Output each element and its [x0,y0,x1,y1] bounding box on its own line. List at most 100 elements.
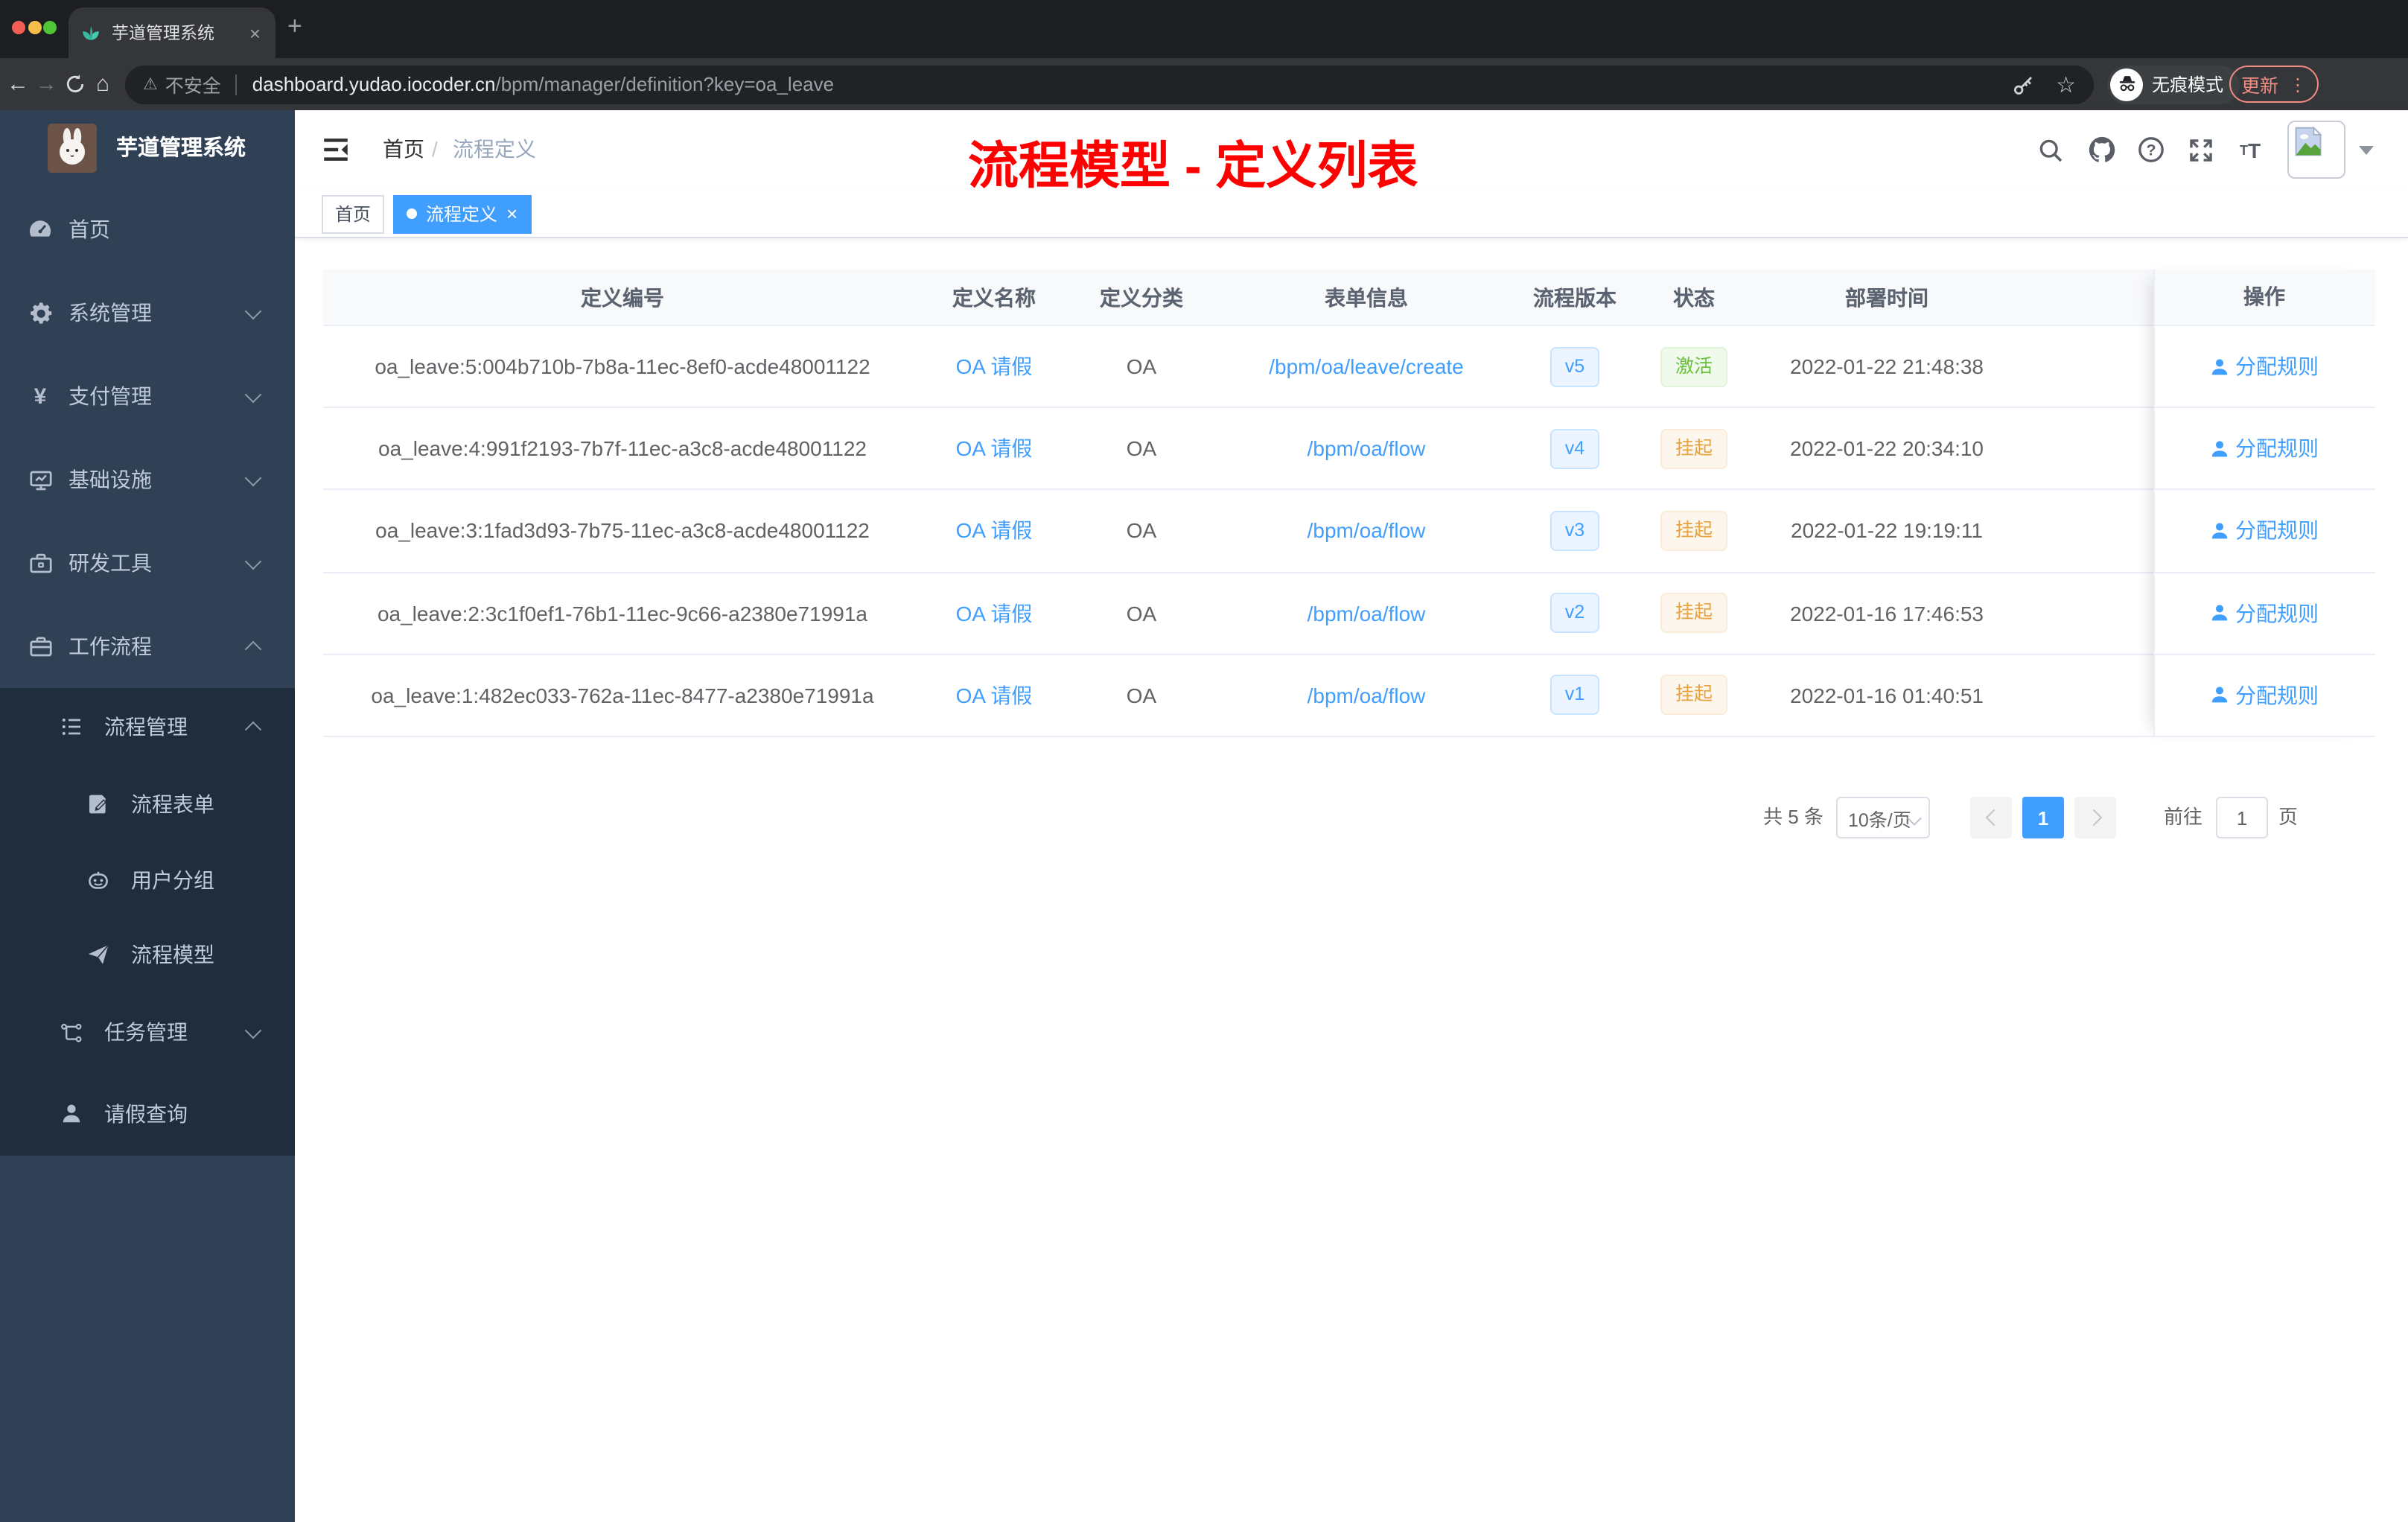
tag-process-definition[interactable]: 流程定义 × [393,194,532,233]
security-warning-label[interactable]: 不安全 [165,70,221,98]
browser-tab[interactable]: 芋道管理系统 × [69,7,275,58]
definition-name-link[interactable]: OA 请假 [956,684,1033,707]
prev-page-button[interactable] [1970,797,2012,838]
form-info-link[interactable]: /bpm/oa/flow [1307,601,1426,625]
goto-page-input[interactable] [2216,797,2268,838]
form-info-link[interactable]: /bpm/oa/leave/create [1269,354,1464,378]
sidebar-item-process-management[interactable]: 流程管理 [0,688,295,765]
bookmark-star-icon[interactable]: ☆ [2056,71,2076,98]
operation-cell: 分配规则 [2155,491,2374,573]
sidebar-item-home[interactable]: 首页 [0,188,295,271]
sidebar-item-system[interactable]: 系统管理 [0,271,295,354]
sidebar-item-leave-query[interactable]: 请假查询 [0,1072,295,1156]
status-cell: 挂起 [1634,489,1754,573]
new-tab-button[interactable]: + [287,12,302,42]
assign-rule-link[interactable]: 分配规则 [2210,598,2319,628]
chevron-up-icon [244,640,262,657]
assign-rule-label: 分配规则 [2235,601,2319,625]
url-bar[interactable]: ⚠ 不安全 dashboard.yudao.iocoder.cn/bpm/man… [125,65,2094,104]
table-row: oa_leave:2:3c1f0ef1-76b1-11ec-9c66-a2380… [322,572,2374,655]
github-icon[interactable] [2082,110,2121,189]
status-badge: 挂起 [1660,510,1727,551]
tag-close-icon[interactable]: × [506,204,517,223]
version-badge: v2 [1549,593,1600,634]
status-cell: 挂起 [1634,654,1754,737]
form-info-link[interactable]: /bpm/oa/flow [1307,437,1426,461]
avatar-caret-icon[interactable] [2359,146,2374,155]
status-cell: 挂起 [1634,572,1754,655]
form-info-link[interactable]: /bpm/oa/flow [1307,519,1426,543]
process-version-cell: v2 [1515,572,1634,655]
definition-name-link[interactable]: OA 请假 [956,519,1033,543]
logo-avatar [48,124,97,173]
breadcrumb-home[interactable]: 首页 [383,110,424,189]
process-version-cell: v3 [1515,489,1634,573]
sidebar-item-label: 流程表单 [131,792,214,816]
search-icon[interactable] [2031,110,2070,189]
definition-category-cell: OA [1066,654,1217,737]
security-warning-icon: ⚠ [143,76,158,94]
url-divider [235,74,238,95]
form-info-link[interactable]: /bpm/oa/flow [1307,684,1426,707]
definition-category-cell: OA [1066,325,1217,409]
url-path: /bpm/manager/definition?key=oa_leave [495,73,835,95]
sidebar-item-label: 基础设施 [69,468,152,491]
deploy-time-cell: 2022-01-22 21:48:38 [1754,325,2020,409]
assign-rule-label: 分配规则 [2235,683,2319,707]
active-dot-icon [407,208,417,219]
sidebar: 芋道管理系统 首页 系统管理 ¥ 支付管理 基础设施 研发工具 工作流程 流程管… [0,110,295,1522]
definition-name-link[interactable]: OA 请假 [956,354,1033,378]
sidebar-item-label: 流程模型 [131,943,214,967]
reload-button[interactable] [60,58,89,110]
home-button[interactable]: ⌂ [88,58,118,110]
tag-label: 流程定义 [426,203,498,224]
next-page-button[interactable] [2074,797,2116,838]
reload-icon [66,74,83,93]
current-page-button[interactable]: 1 [2022,797,2064,838]
fullscreen-icon[interactable] [2182,110,2220,189]
status-badge: 激活 [1660,346,1727,387]
window-minimize-button[interactable] [28,21,41,34]
user-icon [2211,440,2228,456]
back-button[interactable]: ← [3,58,33,110]
definition-category-cell: OA [1066,489,1217,573]
avatar[interactable] [2287,121,2345,179]
definition-name-link[interactable]: OA 请假 [956,601,1033,625]
tag-home[interactable]: 首页 [322,194,385,233]
sidebar-item-task-management[interactable]: 任务管理 [0,992,295,1072]
window-zoom-button[interactable] [43,21,57,34]
help-icon[interactable]: ? [2131,110,2170,189]
assign-rule-link[interactable]: 分配规则 [2210,351,2319,381]
col-definition-name: 定义名称 [923,270,1066,326]
sidebar-item-process-form[interactable]: 流程表单 [0,765,295,843]
sidebar-item-process-model[interactable]: 流程模型 [0,917,295,992]
password-key-icon[interactable] [2011,72,2035,96]
definition-name-cell: OA 请假 [923,407,1066,491]
tab-title: 芋道管理系统 [112,25,214,43]
tab-close-icon[interactable]: × [246,22,264,44]
window-close-button[interactable] [12,21,25,34]
sidebar-item-workflow[interactable]: 工作流程 [0,605,295,688]
col-definition-id: 定义编号 [322,270,923,326]
browser-menu-icon[interactable]: ⋮ [2289,74,2307,95]
font-size-icon[interactable]: TT [2231,110,2270,189]
sidebar-toggle-hamburger-icon[interactable] [320,134,351,165]
definition-id-cell: oa_leave:4:991f2193-7b7f-11ec-a3c8-acde4… [322,407,923,491]
assign-rule-link[interactable]: 分配规则 [2210,516,2319,546]
table-row: oa_leave:1:482ec033-762a-11ec-8477-a2380… [322,654,2374,737]
sidebar-item-user-groups[interactable]: 用户分组 [0,843,295,917]
forward-button[interactable]: → [31,58,61,110]
user-icon [2211,523,2228,539]
definition-name-cell: OA 请假 [923,654,1066,737]
sidebar-item-infrastructure[interactable]: 基础设施 [0,438,295,521]
assign-rule-link[interactable]: 分配规则 [2210,434,2319,464]
page-size-select[interactable]: 10条/页 [1836,797,1930,838]
update-button[interactable]: 更新 ⋮ [2229,66,2319,103]
definition-name-cell: OA 请假 [923,325,1066,409]
sidebar-item-payment[interactable]: ¥ 支付管理 [0,354,295,438]
sidebar-item-devtools[interactable]: 研发工具 [0,521,295,605]
table-row: oa_leave:5:004b710b-7b8a-11ec-8ef0-acde4… [322,325,2374,409]
sidebar-item-label: 任务管理 [104,1020,188,1044]
definition-name-link[interactable]: OA 请假 [956,437,1033,461]
assign-rule-link[interactable]: 分配规则 [2210,681,2319,710]
